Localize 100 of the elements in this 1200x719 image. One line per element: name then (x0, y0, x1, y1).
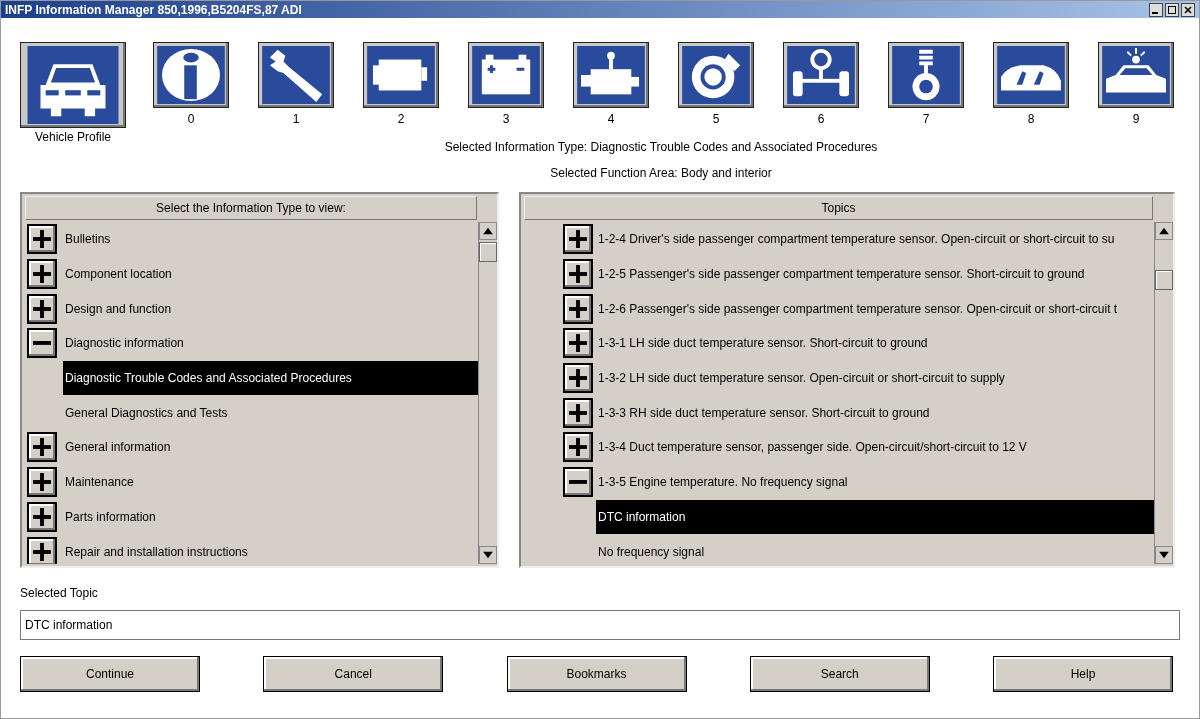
category-label: 7 (922, 112, 930, 126)
category-button[interactable] (153, 42, 229, 108)
selected-topic-label: Selected Topic (20, 586, 99, 600)
category-label: 8 (1027, 112, 1035, 126)
action-button[interactable]: Help (993, 656, 1173, 692)
tree-item[interactable]: General information (63, 430, 171, 465)
expand-toggle[interactable] (563, 467, 593, 498)
expand-toggle[interactable] (563, 432, 593, 463)
category-button[interactable] (783, 42, 859, 108)
tree-item[interactable]: Diagnostic information (63, 326, 184, 361)
expand-toggle[interactable] (563, 259, 593, 290)
plus-icon (569, 334, 587, 353)
tree-item[interactable]: Repair and installation instructions (63, 534, 248, 564)
plus-icon (569, 299, 587, 318)
battery-icon (472, 46, 540, 104)
tree-item[interactable]: 1-2-4 Driver's side passenger compartment temperature sensor. Open-circuit or short-circuit to su (596, 222, 1115, 257)
panel-header: Select the Information Type to view: (25, 196, 477, 220)
tree-item[interactable]: Component location (63, 257, 172, 292)
plus-icon (569, 265, 587, 284)
tree-item[interactable]: No frequency signal (596, 534, 1154, 564)
tree-item[interactable]: 1-3-4 Duct temperature sensor, passenger side. Open-circuit/short-circuit to 12 V (596, 430, 1027, 465)
wrench-icon (262, 46, 330, 104)
tree-item[interactable]: DTC information (596, 499, 1154, 534)
tree-item[interactable]: 1-2-6 Passenger's side passenger compartment temperature sensor. Open-circuit or short-circuit t (596, 291, 1118, 326)
category-label: 6 (817, 112, 825, 126)
tree-item[interactable]: Diagnostic Trouble Codes and Associated Procedures (63, 361, 478, 396)
tree-item[interactable]: Maintenance (63, 465, 134, 500)
tree-item[interactable]: 1-2-5 Passenger's side passenger compartment temperature sensor. Short-circuit to ground (596, 257, 1085, 292)
beacon-car-icon (1102, 46, 1170, 104)
close-icon[interactable] (1181, 2, 1195, 17)
expand-toggle[interactable] (27, 536, 57, 564)
category-label: Vehicle Profile (34, 130, 111, 144)
expand-toggle[interactable] (27, 259, 57, 290)
selected-type-text: Selected Information Type: Diagnostic Trouble Codes and Associated Procedures (444, 140, 878, 154)
expand-toggle[interactable] (563, 224, 593, 255)
category-label: 2 (397, 112, 405, 126)
category-button[interactable] (678, 42, 754, 108)
selected-area-text: Selected Function Area: Body and interior (550, 166, 772, 180)
minus-icon (33, 341, 51, 346)
expand-toggle[interactable] (27, 501, 57, 532)
category-button[interactable] (20, 42, 126, 128)
category-label: 0 (187, 112, 195, 126)
category-button[interactable] (468, 42, 544, 108)
steering-axle-icon (787, 46, 855, 104)
category-button[interactable] (258, 42, 334, 108)
expand-toggle[interactable] (27, 224, 57, 255)
plus-icon (33, 299, 51, 318)
category-button[interactable] (573, 42, 649, 108)
maximize-icon[interactable] (1165, 2, 1179, 17)
tree-item[interactable]: Parts information (63, 499, 156, 534)
tree-item[interactable]: 1-3-3 RH side duct temperature sensor. Short-circuit to ground (596, 395, 930, 430)
tree-item[interactable]: 1-3-1 LH side duct temperature sensor. Short-circuit to ground (596, 326, 928, 361)
category-label: 9 (1132, 112, 1140, 126)
plus-icon (33, 507, 51, 526)
action-button[interactable]: Continue (20, 656, 200, 692)
action-button[interactable]: Search (749, 656, 930, 692)
tree-item[interactable]: Design and function (63, 291, 172, 326)
info-icon (157, 46, 225, 104)
category-label: 3 (502, 112, 510, 126)
expand-toggle[interactable] (563, 397, 593, 428)
scrollbar[interactable] (478, 222, 497, 564)
expand-toggle[interactable] (563, 293, 593, 324)
scroll-down-icon[interactable] (479, 546, 497, 564)
plus-icon (569, 403, 587, 422)
scrollbar[interactable] (1154, 222, 1173, 564)
expand-toggle[interactable] (27, 293, 57, 324)
minus-icon (569, 480, 587, 485)
plus-icon (33, 542, 51, 561)
category-button[interactable] (363, 42, 439, 108)
category-label: 5 (712, 112, 720, 126)
tree-item[interactable]: 1-3-2 LH side duct temperature sensor. Open-circuit or short-circuit to supply (596, 361, 1005, 396)
selected-topic-field[interactable]: DTC information (20, 610, 1180, 640)
scroll-thumb[interactable] (479, 242, 497, 262)
expand-toggle[interactable] (563, 363, 593, 394)
tree-item[interactable]: 1-3-5 Engine temperature. No frequency signal (596, 465, 848, 500)
category-button[interactable] (888, 42, 964, 108)
plus-icon (569, 369, 587, 388)
expand-toggle[interactable] (563, 328, 593, 359)
tree-item[interactable]: Bulletins (63, 222, 111, 257)
scroll-up-icon[interactable] (479, 222, 497, 240)
scroll-thumb[interactable] (1155, 270, 1173, 290)
plus-icon (33, 438, 51, 457)
expand-toggle[interactable] (27, 432, 57, 463)
expand-toggle[interactable] (27, 467, 57, 498)
expand-toggle[interactable] (27, 328, 57, 359)
category-button[interactable] (993, 42, 1069, 108)
panel-header: Topics (524, 196, 1153, 220)
plus-icon (33, 265, 51, 284)
window-title: INFP Information Manager 850,1996,B5204FS,87 ADI (5, 2, 302, 17)
plus-icon (569, 230, 587, 249)
category-label: 4 (607, 112, 615, 126)
category-button[interactable] (1098, 42, 1174, 108)
action-button[interactable]: Cancel (263, 656, 444, 692)
tree-item[interactable]: General Diagnostics and Tests (63, 395, 478, 430)
plus-icon (569, 438, 587, 457)
scroll-down-icon[interactable] (1155, 546, 1173, 564)
category-label: 1 (292, 112, 300, 126)
scroll-up-icon[interactable] (1155, 222, 1173, 240)
minimize-icon[interactable] (1149, 2, 1163, 17)
action-button[interactable]: Bookmarks (506, 656, 687, 692)
